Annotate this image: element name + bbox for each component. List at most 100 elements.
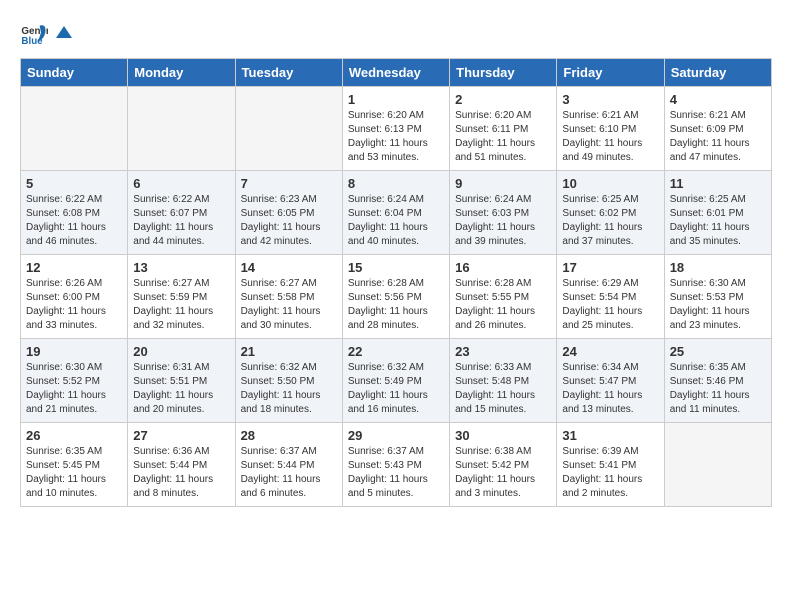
day-info: Sunrise: 6:27 AMSunset: 5:59 PMDaylight:…: [133, 277, 229, 333]
day-number: 19: [26, 344, 122, 359]
calendar-cell: 28 Sunrise: 6:37 AMSunset: 5:44 PMDayligh…: [235, 423, 342, 507]
calendar-cell: 13 Sunrise: 6:27 AMSunset: 5:59 PMDayligh…: [128, 255, 235, 339]
logo-triangle-icon: [54, 24, 74, 44]
day-number: 9: [455, 176, 551, 191]
calendar-cell: 26 Sunrise: 6:35 AMSunset: 5:45 PMDayligh…: [21, 423, 128, 507]
day-number: 8: [348, 176, 444, 191]
calendar-week-4: 19 Sunrise: 6:30 AMSunset: 5:52 PMDayligh…: [21, 339, 772, 423]
day-info: Sunrise: 6:36 AMSunset: 5:44 PMDaylight:…: [133, 445, 229, 501]
day-info: Sunrise: 6:20 AMSunset: 6:13 PMDaylight:…: [348, 109, 444, 165]
weekday-header-thursday: Thursday: [450, 59, 557, 87]
day-info: Sunrise: 6:28 AMSunset: 5:55 PMDaylight:…: [455, 277, 551, 333]
day-number: 23: [455, 344, 551, 359]
calendar-cell: [21, 87, 128, 171]
day-number: 12: [26, 260, 122, 275]
day-info: Sunrise: 6:28 AMSunset: 5:56 PMDaylight:…: [348, 277, 444, 333]
weekday-header-friday: Friday: [557, 59, 664, 87]
day-info: Sunrise: 6:31 AMSunset: 5:51 PMDaylight:…: [133, 361, 229, 417]
day-info: Sunrise: 6:34 AMSunset: 5:47 PMDaylight:…: [562, 361, 658, 417]
calendar-cell: 17Sunrise: 6:29 AMSunset: 5:54 PMDayligh…: [557, 255, 664, 339]
calendar-cell: 14Sunrise: 6:27 AMSunset: 5:58 PMDayligh…: [235, 255, 342, 339]
calendar-cell: [235, 87, 342, 171]
day-number: 14: [241, 260, 337, 275]
day-number: 15: [348, 260, 444, 275]
day-info: Sunrise: 6:30 AMSunset: 5:53 PMDaylight:…: [670, 277, 766, 333]
page-header: General Blue: [20, 20, 772, 48]
day-info: Sunrise: 6:22 AMSunset: 6:07 PMDaylight:…: [133, 193, 229, 249]
calendar-cell: 9 Sunrise: 6:24 AMSunset: 6:03 PMDaylight…: [450, 171, 557, 255]
calendar-cell: 6 Sunrise: 6:22 AMSunset: 6:07 PMDaylight…: [128, 171, 235, 255]
calendar-week-3: 12 Sunrise: 6:26 AMSunset: 6:00 PMDayligh…: [21, 255, 772, 339]
calendar-cell: 15 Sunrise: 6:28 AMSunset: 5:56 PMDayligh…: [342, 255, 449, 339]
calendar-cell: 2 Sunrise: 6:20 AMSunset: 6:11 PMDaylight…: [450, 87, 557, 171]
day-info: Sunrise: 6:37 AMSunset: 5:44 PMDaylight:…: [241, 445, 337, 501]
day-number: 30: [455, 428, 551, 443]
calendar-cell: 4 Sunrise: 6:21 AMSunset: 6:09 PMDaylight…: [664, 87, 771, 171]
calendar-cell: [128, 87, 235, 171]
calendar-cell: 30 Sunrise: 6:38 AMSunset: 5:42 PMDayligh…: [450, 423, 557, 507]
calendar-week-5: 26 Sunrise: 6:35 AMSunset: 5:45 PMDayligh…: [21, 423, 772, 507]
day-number: 26: [26, 428, 122, 443]
day-info: Sunrise: 6:23 AMSunset: 6:05 PMDaylight:…: [241, 193, 337, 249]
day-number: 4: [670, 92, 766, 107]
calendar-cell: 5 Sunrise: 6:22 AMSunset: 6:08 PMDaylight…: [21, 171, 128, 255]
day-number: 25: [670, 344, 766, 359]
day-info: Sunrise: 6:24 AMSunset: 6:04 PMDaylight:…: [348, 193, 444, 249]
weekday-header-tuesday: Tuesday: [235, 59, 342, 87]
day-number: 11: [670, 176, 766, 191]
day-number: 20: [133, 344, 229, 359]
day-number: 5: [26, 176, 122, 191]
day-info: Sunrise: 6:21 AMSunset: 6:09 PMDaylight:…: [670, 109, 766, 165]
day-info: Sunrise: 6:38 AMSunset: 5:42 PMDaylight:…: [455, 445, 551, 501]
calendar-cell: 8 Sunrise: 6:24 AMSunset: 6:04 PMDaylight…: [342, 171, 449, 255]
calendar-cell: 22Sunrise: 6:32 AMSunset: 5:49 PMDayligh…: [342, 339, 449, 423]
day-number: 2: [455, 92, 551, 107]
calendar-cell: 3 Sunrise: 6:21 AMSunset: 6:10 PMDaylight…: [557, 87, 664, 171]
day-info: Sunrise: 6:29 AMSunset: 5:54 PMDaylight:…: [562, 277, 658, 333]
svg-text:Blue: Blue: [21, 36, 43, 47]
day-number: 27: [133, 428, 229, 443]
day-number: 3: [562, 92, 658, 107]
weekday-header-sunday: Sunday: [21, 59, 128, 87]
day-info: Sunrise: 6:20 AMSunset: 6:11 PMDaylight:…: [455, 109, 551, 165]
day-number: 18: [670, 260, 766, 275]
calendar-cell: 24 Sunrise: 6:34 AMSunset: 5:47 PMDayligh…: [557, 339, 664, 423]
day-number: 10: [562, 176, 658, 191]
day-info: Sunrise: 6:21 AMSunset: 6:10 PMDaylight:…: [562, 109, 658, 165]
day-info: Sunrise: 6:35 AMSunset: 5:46 PMDaylight:…: [670, 361, 766, 417]
calendar-week-1: 1 Sunrise: 6:20 AMSunset: 6:13 PMDaylight…: [21, 87, 772, 171]
day-info: Sunrise: 6:24 AMSunset: 6:03 PMDaylight:…: [455, 193, 551, 249]
calendar-table: SundayMondayTuesdayWednesdayThursdayFrid…: [20, 58, 772, 507]
day-info: Sunrise: 6:32 AMSunset: 5:49 PMDaylight:…: [348, 361, 444, 417]
calendar-cell: 18 Sunrise: 6:30 AMSunset: 5:53 PMDayligh…: [664, 255, 771, 339]
calendar-cell: 19 Sunrise: 6:30 AMSunset: 5:52 PMDayligh…: [21, 339, 128, 423]
day-info: Sunrise: 6:35 AMSunset: 5:45 PMDaylight:…: [26, 445, 122, 501]
logo-icon: General Blue: [20, 20, 48, 48]
calendar-cell: 25 Sunrise: 6:35 AMSunset: 5:46 PMDayligh…: [664, 339, 771, 423]
day-number: 6: [133, 176, 229, 191]
calendar-cell: 12 Sunrise: 6:26 AMSunset: 6:00 PMDayligh…: [21, 255, 128, 339]
weekday-header-monday: Monday: [128, 59, 235, 87]
day-info: Sunrise: 6:25 AMSunset: 6:01 PMDaylight:…: [670, 193, 766, 249]
day-info: Sunrise: 6:22 AMSunset: 6:08 PMDaylight:…: [26, 193, 122, 249]
day-number: 24: [562, 344, 658, 359]
day-number: 28: [241, 428, 337, 443]
day-info: Sunrise: 6:26 AMSunset: 6:00 PMDaylight:…: [26, 277, 122, 333]
day-number: 13: [133, 260, 229, 275]
day-info: Sunrise: 6:25 AMSunset: 6:02 PMDaylight:…: [562, 193, 658, 249]
weekday-header-wednesday: Wednesday: [342, 59, 449, 87]
day-number: 29: [348, 428, 444, 443]
day-number: 7: [241, 176, 337, 191]
calendar-cell: 31 Sunrise: 6:39 AMSunset: 5:41 PMDayligh…: [557, 423, 664, 507]
day-number: 31: [562, 428, 658, 443]
day-info: Sunrise: 6:37 AMSunset: 5:43 PMDaylight:…: [348, 445, 444, 501]
day-info: Sunrise: 6:33 AMSunset: 5:48 PMDaylight:…: [455, 361, 551, 417]
calendar-cell: 16Sunrise: 6:28 AMSunset: 5:55 PMDayligh…: [450, 255, 557, 339]
day-info: Sunrise: 6:30 AMSunset: 5:52 PMDaylight:…: [26, 361, 122, 417]
day-info: Sunrise: 6:39 AMSunset: 5:41 PMDaylight:…: [562, 445, 658, 501]
logo: General Blue: [20, 20, 74, 48]
calendar-cell: 23 Sunrise: 6:33 AMSunset: 5:48 PMDayligh…: [450, 339, 557, 423]
day-info: Sunrise: 6:32 AMSunset: 5:50 PMDaylight:…: [241, 361, 337, 417]
calendar-cell: 1 Sunrise: 6:20 AMSunset: 6:13 PMDaylight…: [342, 87, 449, 171]
day-number: 1: [348, 92, 444, 107]
